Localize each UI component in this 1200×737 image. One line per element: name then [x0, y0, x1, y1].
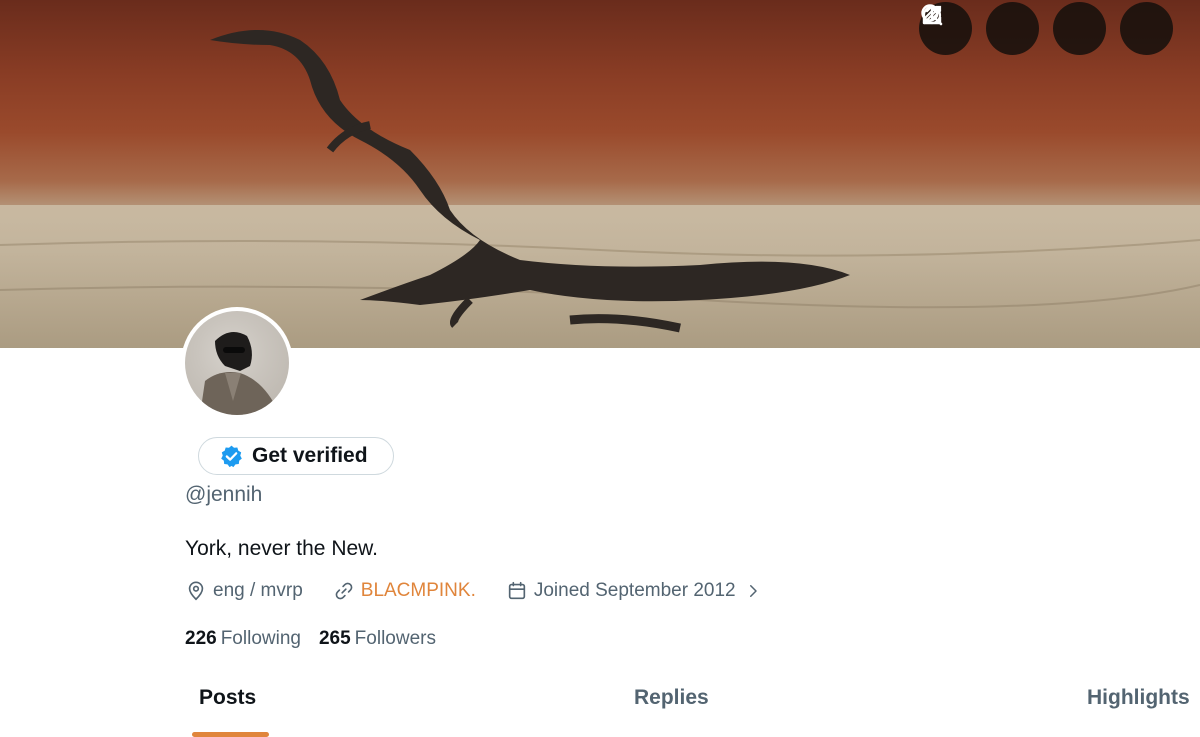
profile-handle: @jennih — [185, 483, 263, 506]
avatar[interactable] — [181, 307, 293, 419]
followers-stat[interactable]: 265 Followers — [319, 628, 436, 650]
search-button[interactable] — [921, 2, 1039, 55]
followers-count: 265 — [318, 628, 351, 649]
tab-posts[interactable]: Posts — [199, 686, 256, 710]
location-pin-icon — [188, 581, 204, 601]
tab-replies[interactable]: Replies — [634, 686, 709, 710]
share-button[interactable] — [922, 2, 1173, 55]
profile-stats: 226 Following 265 Followers — [185, 628, 454, 650]
share-icon — [922, 4, 942, 25]
website-item[interactable]: BLACMPINK. — [333, 580, 476, 602]
location-item: eng / mvrp — [185, 580, 303, 602]
chevron-right-icon — [749, 585, 757, 597]
location-text: eng / mvrp — [213, 580, 303, 601]
website-link[interactable]: BLACMPINK. — [361, 580, 476, 602]
get-verified-label: Get verified — [252, 444, 368, 467]
joined-item[interactable]: Joined September 2012 — [506, 580, 768, 602]
get-verified-button[interactable]: Get verified — [198, 437, 394, 475]
calendar-icon — [508, 581, 526, 600]
tab-highlights[interactable]: Highlights — [1087, 686, 1190, 710]
profile-banner[interactable] — [0, 0, 1200, 348]
avatar-image — [185, 311, 289, 415]
active-tab-indicator — [192, 732, 269, 737]
edit-button[interactable] — [922, 2, 1106, 55]
profile-bio: York, never the New. — [185, 537, 378, 560]
following-label: Following — [220, 628, 301, 649]
following-count: 226 — [185, 628, 217, 649]
followers-label: Followers — [354, 628, 436, 649]
following-stat[interactable]: 226 Following — [185, 628, 301, 650]
profile-meta: eng / mvrp BLACMPINK. Joined September 2… — [185, 580, 798, 602]
joined-text: Joined September 2012 — [533, 580, 736, 601]
link-icon — [335, 582, 353, 600]
verified-badge-icon — [221, 445, 242, 467]
